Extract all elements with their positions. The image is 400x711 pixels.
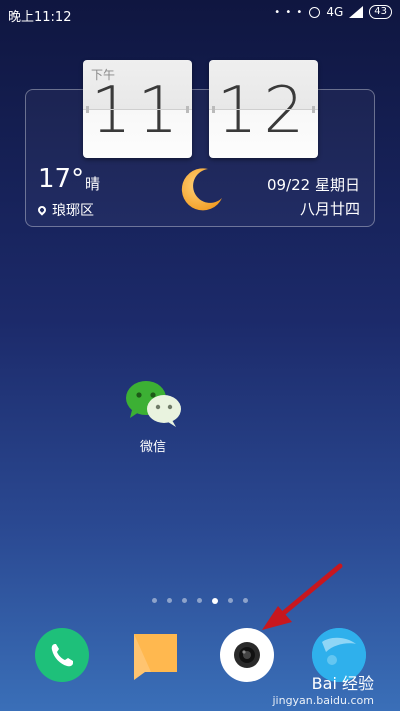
flip-pin	[212, 106, 215, 113]
lunar-date-label: 八月廿四	[299, 200, 360, 218]
camera-icon	[234, 642, 260, 668]
flip-pin	[186, 106, 189, 113]
messages-app[interactable]	[131, 628, 185, 682]
status-icons: • • • 4G 43	[274, 5, 392, 19]
page-dot[interactable]	[228, 598, 233, 603]
flip-pin	[312, 106, 315, 113]
wechat-app[interactable]: 微信	[122, 378, 184, 455]
location: 琅琊区	[36, 200, 94, 220]
status-time: 晚上11:12	[8, 10, 72, 25]
location-pin-icon	[36, 204, 48, 216]
page-dot[interactable]	[197, 598, 202, 603]
camera-app[interactable]	[220, 628, 274, 682]
minute-digits: 12	[216, 74, 311, 148]
battery-indicator: 43	[369, 5, 392, 19]
messages-icon	[134, 634, 177, 680]
alarm-icon	[309, 6, 321, 18]
phone-app[interactable]	[35, 628, 89, 682]
location-label: 琅琊区	[52, 203, 94, 219]
temperature: 17°	[38, 164, 85, 194]
date-label: 09/22 星期日	[267, 176, 360, 194]
annotation-arrow-icon	[262, 563, 343, 630]
weather-condition: 晴	[85, 175, 101, 193]
flip-hinge	[83, 109, 192, 110]
wechat-label: 微信	[139, 440, 166, 455]
watermark-url: jingyan.baidu.com	[272, 694, 374, 707]
watermark-brand: Bai 经验	[311, 674, 374, 693]
moon-icon	[181, 168, 222, 211]
baidu-watermark: Bai 经验 jingyan.baidu.com	[272, 670, 374, 707]
hour-card[interactable]: 下午 11	[83, 60, 192, 158]
page-dot-active[interactable]	[212, 597, 218, 604]
status-bar: 晚上11:12 • • • 4G 43	[0, 0, 400, 28]
flip-pin	[86, 106, 89, 113]
wechat-icon	[126, 381, 181, 427]
signal-icon	[349, 6, 364, 18]
page-dot[interactable]	[182, 598, 187, 603]
minute-card[interactable]: 12	[209, 60, 318, 158]
flip-hinge	[209, 109, 318, 110]
page-dot[interactable]	[152, 598, 157, 603]
notification-dots-icon: • • •	[274, 6, 304, 18]
phone-icon	[51, 644, 73, 667]
page-dot[interactable]	[243, 598, 248, 603]
hour-digits: 11	[90, 74, 185, 148]
page-dot[interactable]	[167, 598, 172, 603]
network-label: 4G	[326, 5, 344, 19]
